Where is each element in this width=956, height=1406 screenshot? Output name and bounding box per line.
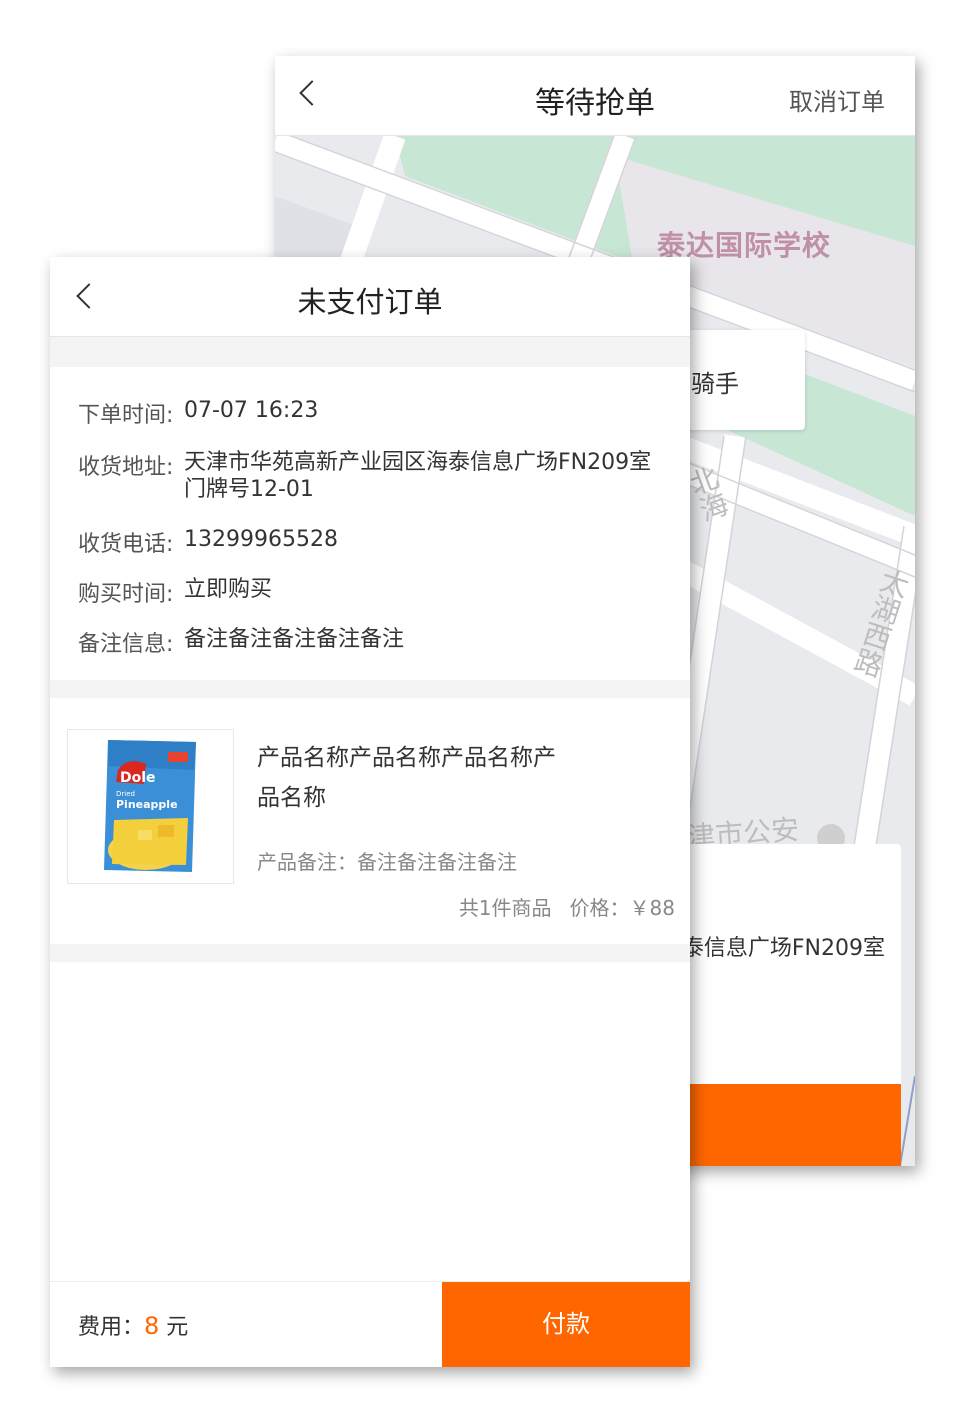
remark-label: 备注信息:: [78, 632, 174, 657]
purchase-time-label: 购买时间:: [78, 582, 174, 607]
svg-text:Dole: Dole: [120, 770, 156, 786]
svg-text:Pineapple: Pineapple: [116, 798, 178, 811]
phone-label: 收货电话:: [78, 532, 174, 557]
pineapple-package-image: Dole Dried Pineapple: [104, 740, 196, 872]
fee-label: 费用：: [78, 1315, 145, 1340]
remark-value: 备注备注备注备注备注: [184, 627, 405, 652]
page-title: 未支付订单: [297, 285, 443, 319]
section-divider: [50, 680, 690, 698]
product-item[interactable]: Dole Dried Pineapple 产品名称产品名称产品名称产品名称 产品…: [50, 698, 690, 944]
front-screen-header: 未支付订单: [50, 257, 690, 337]
cancel-order-button[interactable]: 取消订单: [789, 82, 885, 117]
address-label: 收货地址:: [78, 455, 174, 480]
fee-unit: 元: [166, 1315, 189, 1340]
product-count: 共1件商品: [458, 896, 552, 920]
unpaid-order-screen: 未支付订单 下单时间: 07-07 16:23 收货地址: 天津市华苑高新产业园…: [50, 257, 690, 1367]
product-price: 价格：￥88: [569, 896, 675, 920]
back-screen-action-button[interactable]: [655, 1084, 901, 1166]
bottom-bar: 费用：8 元 付款: [50, 1281, 690, 1367]
address-value: 天津市华苑高新产业园区海泰信息广场FN209室门牌号12-01: [184, 450, 652, 502]
section-divider: [50, 944, 690, 962]
product-name: 产品名称产品名称产品名称产品名称: [257, 745, 556, 811]
purchase-time-value: 立即购买: [184, 577, 273, 602]
section-divider: [50, 337, 690, 367]
order-time-value: 07-07 16:23: [184, 398, 319, 423]
back-screen-header: 等待抢单 取消订单: [275, 56, 915, 136]
product-summary: 共1件商品 价格：￥88: [459, 892, 675, 921]
phone-value: 13299965528: [184, 527, 338, 552]
order-address-card: 泰信息广场FN209室: [655, 844, 901, 1166]
product-image: Dole Dried Pineapple: [67, 729, 234, 884]
product-note: 产品备注：备注备注备注备注: [257, 850, 517, 874]
order-address-text: 泰信息广场FN209室: [681, 936, 885, 961]
pay-button[interactable]: 付款: [442, 1282, 690, 1367]
order-time-label: 下单时间:: [78, 403, 174, 428]
fee-amount: 8: [144, 1312, 160, 1340]
fee-display: 费用：8 元: [78, 1309, 188, 1341]
rider-label: 骑手: [691, 370, 739, 398]
svg-text:Dried: Dried: [116, 790, 135, 798]
